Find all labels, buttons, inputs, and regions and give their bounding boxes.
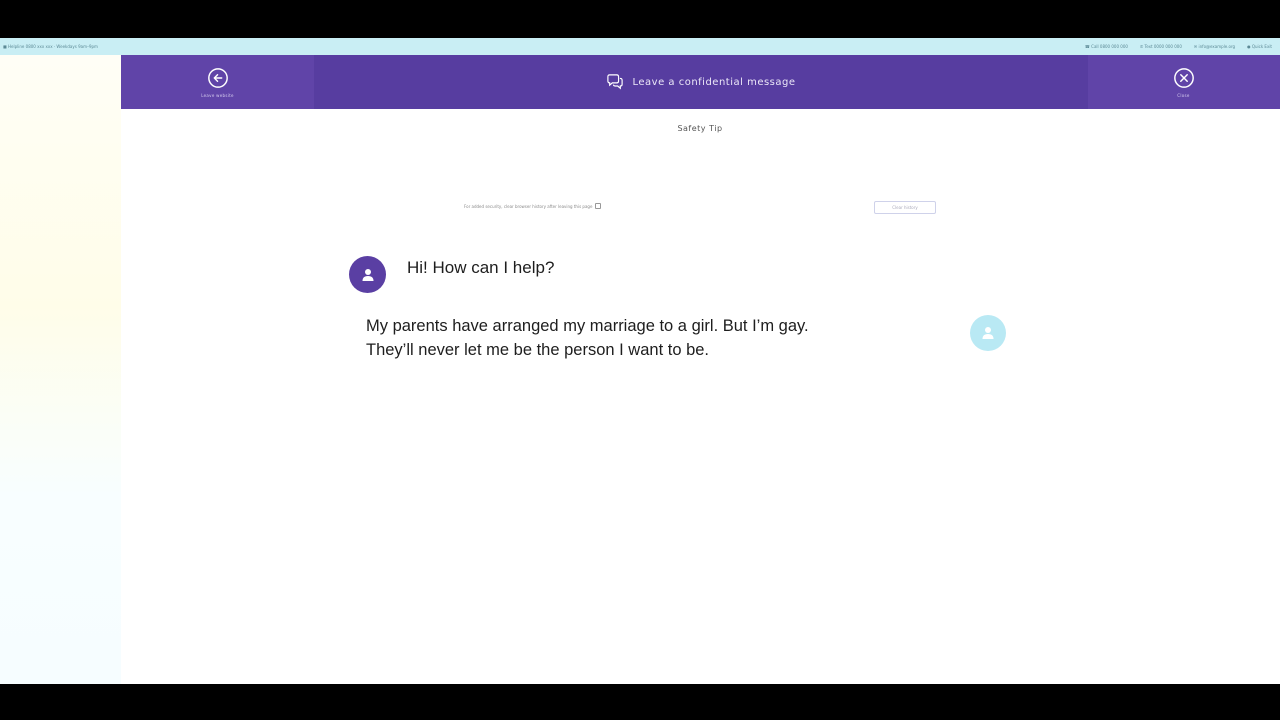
- info-call-link[interactable]: ☎ Call 0800 000 000: [1085, 44, 1128, 49]
- info-quick-exit-link[interactable]: ● Quick Exit: [1247, 44, 1272, 49]
- info-icon: [595, 203, 602, 209]
- close-circle-icon: [1173, 67, 1194, 88]
- bot-avatar: [349, 256, 386, 293]
- clear-history-button[interactable]: Clear history: [874, 201, 936, 214]
- info-text-link[interactable]: ✆ Text 0000 000 000: [1140, 44, 1182, 49]
- close-label: Close: [1177, 92, 1190, 98]
- info-strip-left-text: ■ Helpline 0800 xxx xxx · Weekdays 9am–9…: [3, 44, 98, 49]
- letterbox-top: [0, 0, 1280, 38]
- letterbox-bottom: [0, 684, 1280, 720]
- user-message-line: They’ll never let me be the person I wan…: [366, 341, 710, 359]
- safety-tip-link[interactable]: Safety Tip: [600, 124, 800, 133]
- close-button[interactable]: Close: [1087, 55, 1280, 109]
- info-strip-right: ☎ Call 0800 000 000 ✆ Text 0000 000 000 …: [1085, 44, 1272, 49]
- user-avatar: [970, 315, 1006, 351]
- bot-message: Hi! How can I help?: [407, 258, 555, 277]
- browser-screen: ■ Helpline 0800 xxx xxx · Weekdays 9am–9…: [0, 38, 1280, 684]
- header-title-area: Leave a confidential message: [314, 55, 1088, 109]
- header-title: Leave a confidential message: [632, 76, 796, 88]
- info-email-link[interactable]: ✉ info@example.org: [1194, 44, 1235, 49]
- back-arrow-icon: [207, 67, 228, 88]
- user-icon: [362, 268, 373, 281]
- user-message-line: My parents have arranged my marriage to …: [366, 317, 809, 335]
- chat-bubbles-icon: [607, 74, 624, 90]
- user-message: My parents have arranged my marriage to …: [366, 314, 926, 362]
- security-notice-text: For added security, clear browser histor…: [464, 203, 593, 209]
- side-panel: [0, 55, 121, 684]
- security-notice: For added security, clear browser histor…: [464, 203, 602, 209]
- info-strip: ■ Helpline 0800 xxx xxx · Weekdays 9am–9…: [0, 38, 1280, 55]
- chat-header: Leave website Leave a confidential messa…: [121, 55, 1280, 109]
- user-icon: [982, 327, 994, 339]
- leave-website-label: Leave website: [201, 92, 234, 98]
- leave-website-button[interactable]: Leave website: [121, 55, 314, 109]
